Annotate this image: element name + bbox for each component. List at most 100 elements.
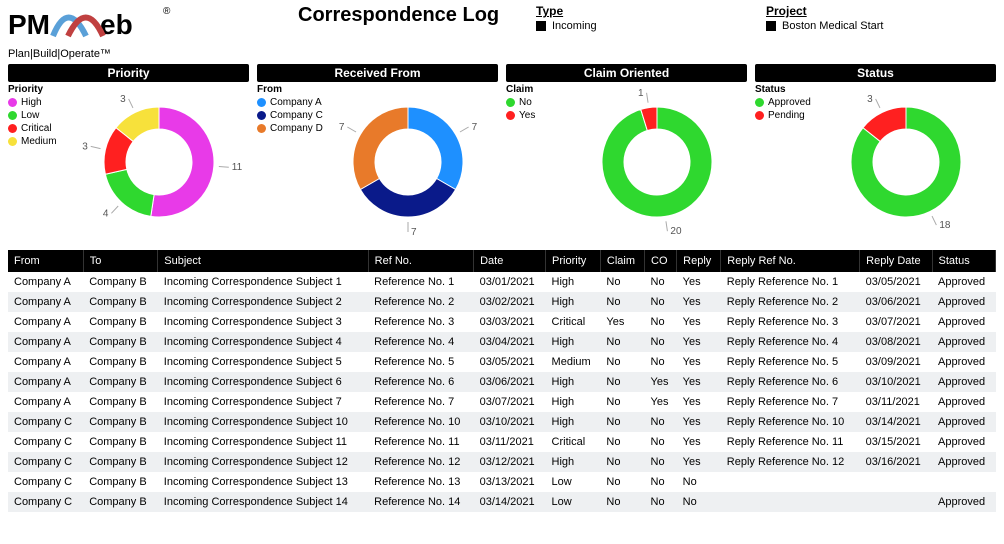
- col-header[interactable]: To: [83, 250, 158, 272]
- color-swatch-icon: [8, 111, 17, 120]
- logo-area: PM eb ® Plan|Build|Operate™: [8, 4, 238, 60]
- col-header[interactable]: CO: [645, 250, 677, 272]
- legend-item[interactable]: Low: [8, 110, 78, 121]
- col-header[interactable]: Reply: [677, 250, 721, 272]
- cell: Approved: [932, 292, 995, 312]
- legend-item[interactable]: Company D: [257, 123, 327, 134]
- cell: Incoming Correspondence Subject 10: [158, 412, 368, 432]
- col-header[interactable]: Reply Ref No.: [721, 250, 860, 272]
- filter-project: Project Boston Medical Start: [766, 4, 996, 32]
- cell: 03/07/2021: [860, 312, 932, 332]
- donut-priority[interactable]: 11433: [78, 82, 249, 242]
- svg-text:11: 11: [231, 162, 242, 173]
- chart-claim-header: Claim Oriented: [506, 64, 747, 82]
- cell: No: [600, 452, 644, 472]
- cell: Yes: [677, 292, 721, 312]
- color-swatch-icon: [8, 137, 17, 146]
- cell: Yes: [677, 352, 721, 372]
- cell: Company A: [8, 272, 83, 292]
- cell: [860, 492, 932, 512]
- cell: 03/13/2021: [474, 472, 546, 492]
- col-header[interactable]: Reply Date: [860, 250, 932, 272]
- table-row[interactable]: Company CCompany BIncoming Correspondenc…: [8, 472, 996, 492]
- cell: No: [600, 332, 644, 352]
- cell: Reply Reference No. 10: [721, 412, 860, 432]
- cell: Approved: [932, 332, 995, 352]
- color-swatch-icon: [755, 111, 764, 120]
- cell: Approved: [932, 432, 995, 452]
- cell: 03/04/2021: [474, 332, 546, 352]
- col-header[interactable]: Claim: [600, 250, 644, 272]
- table-row[interactable]: Company ACompany BIncoming Correspondenc…: [8, 392, 996, 412]
- col-header[interactable]: Status: [932, 250, 995, 272]
- table-row[interactable]: Company CCompany BIncoming Correspondenc…: [8, 492, 996, 512]
- col-header[interactable]: Subject: [158, 250, 368, 272]
- legend-label: Pending: [768, 110, 805, 121]
- cell: Company A: [8, 292, 83, 312]
- legend-item[interactable]: High: [8, 97, 78, 108]
- cell: No: [645, 352, 677, 372]
- col-header[interactable]: Priority: [546, 250, 601, 272]
- svg-text:eb: eb: [100, 9, 133, 40]
- legend-item[interactable]: Critical: [8, 123, 78, 134]
- table-row[interactable]: Company CCompany BIncoming Correspondenc…: [8, 452, 996, 472]
- checkbox-icon: [536, 21, 546, 31]
- table-row[interactable]: Company CCompany BIncoming Correspondenc…: [8, 412, 996, 432]
- svg-text:1: 1: [638, 88, 644, 99]
- cell: High: [546, 372, 601, 392]
- col-header[interactable]: Date: [474, 250, 546, 272]
- legend-item[interactable]: Pending: [755, 110, 825, 121]
- cell: 03/11/2021: [860, 392, 932, 412]
- svg-text:3: 3: [82, 141, 88, 152]
- color-swatch-icon: [506, 98, 515, 107]
- svg-text:3: 3: [867, 94, 873, 105]
- donut-received[interactable]: 777: [327, 82, 498, 242]
- legend-item[interactable]: Company A: [257, 97, 327, 108]
- filter-project-value[interactable]: Boston Medical Start: [766, 20, 996, 32]
- cell: High: [546, 292, 601, 312]
- table-head: FromToSubjectRef No.DatePriorityClaimCOR…: [8, 250, 996, 272]
- svg-text:20: 20: [670, 226, 682, 237]
- cell: Yes: [600, 312, 644, 332]
- table-row[interactable]: Company ACompany BIncoming Correspondenc…: [8, 272, 996, 292]
- table-body: Company ACompany BIncoming Correspondenc…: [8, 272, 996, 512]
- legend-item[interactable]: Yes: [506, 110, 576, 121]
- legend-title: Claim: [506, 84, 576, 95]
- cell: 03/01/2021: [474, 272, 546, 292]
- cell: High: [546, 332, 601, 352]
- legend-label: Company D: [270, 123, 323, 134]
- legend-title: Priority: [8, 84, 78, 95]
- svg-text:18: 18: [939, 220, 951, 231]
- table-row[interactable]: Company ACompany BIncoming Correspondenc…: [8, 372, 996, 392]
- cell: Approved: [932, 452, 995, 472]
- cell: No: [645, 472, 677, 492]
- cell: Company B: [83, 312, 158, 332]
- legend-item[interactable]: No: [506, 97, 576, 108]
- filter-project-label: Project: [766, 4, 996, 18]
- legend-item[interactable]: Medium: [8, 136, 78, 147]
- cell: Low: [546, 472, 601, 492]
- cell: Incoming Correspondence Subject 5: [158, 352, 368, 372]
- legend-item[interactable]: Approved: [755, 97, 825, 108]
- col-header[interactable]: From: [8, 250, 83, 272]
- table-row[interactable]: Company ACompany BIncoming Correspondenc…: [8, 332, 996, 352]
- color-swatch-icon: [506, 111, 515, 120]
- cell: No: [677, 472, 721, 492]
- col-header[interactable]: Ref No.: [368, 250, 473, 272]
- table-row[interactable]: Company CCompany BIncoming Correspondenc…: [8, 432, 996, 452]
- cell: Company B: [83, 352, 158, 372]
- table-row[interactable]: Company ACompany BIncoming Correspondenc…: [8, 352, 996, 372]
- cell: Company B: [83, 332, 158, 352]
- donut-claim[interactable]: 20 1: [576, 82, 747, 242]
- table-row[interactable]: Company ACompany BIncoming Correspondenc…: [8, 312, 996, 332]
- cell: Yes: [645, 392, 677, 412]
- cell: Reference No. 12: [368, 452, 473, 472]
- legend-item[interactable]: Company C: [257, 110, 327, 121]
- table-row[interactable]: Company ACompany BIncoming Correspondenc…: [8, 292, 996, 312]
- filter-type-value[interactable]: Incoming: [536, 20, 766, 32]
- cell: No: [600, 372, 644, 392]
- chart-priority-legend: Priority High Low Critical Medium: [8, 82, 78, 242]
- cell: No: [645, 432, 677, 452]
- svg-text:®: ®: [163, 6, 171, 17]
- donut-status[interactable]: 18 3: [825, 82, 996, 242]
